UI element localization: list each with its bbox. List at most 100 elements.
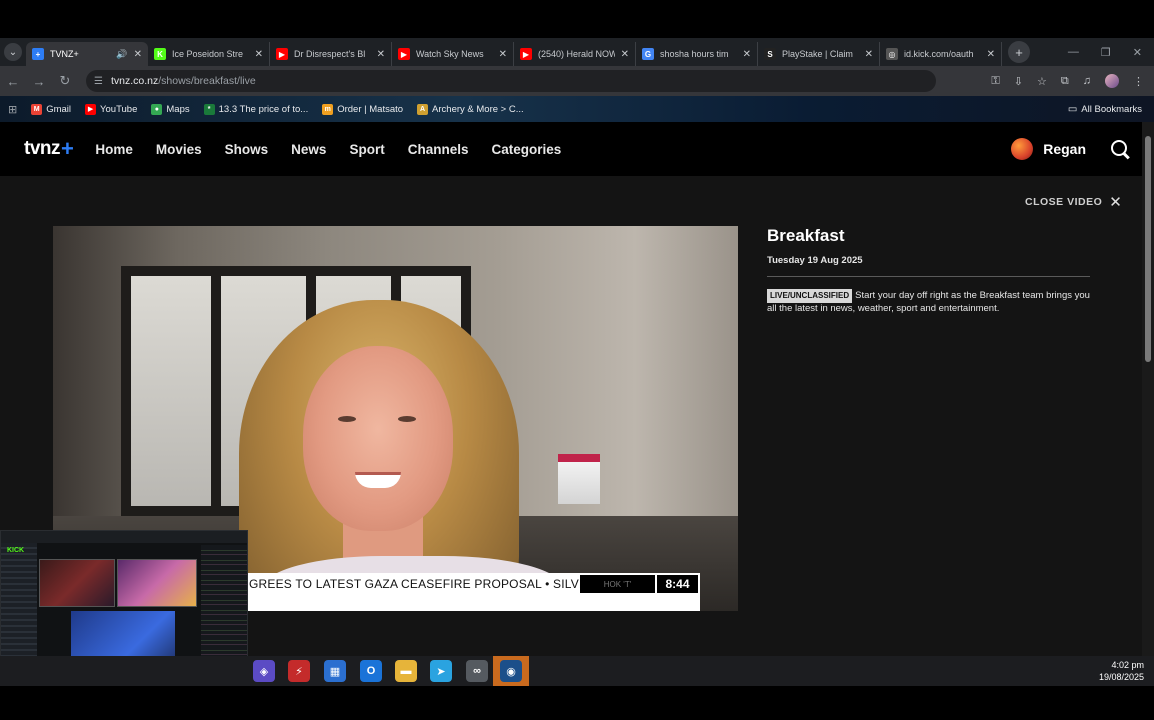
tab-title: TVNZ+	[50, 49, 79, 59]
browser-tab[interactable]: + TVNZ+ 🔊 ✕	[26, 42, 148, 66]
user-area: Regan	[1011, 138, 1142, 160]
archery-icon: A	[417, 103, 429, 115]
url-path: /shows/breakfast/live	[158, 75, 256, 87]
url-input[interactable]: ☰ tvnz.co.nz/shows/breakfast/live	[86, 70, 936, 92]
nav-link-shows[interactable]: Shows	[225, 142, 269, 157]
ticker-text: GREES TO LATEST GAZA CEASEFIRE PROPOSAL …	[249, 577, 608, 591]
steam-icon[interactable]: ◉	[500, 660, 522, 682]
nav-link-news[interactable]: News	[291, 142, 326, 157]
outlook-icon[interactable]: O	[360, 660, 382, 682]
minimize-icon[interactable]: —	[1068, 46, 1079, 59]
bookmark-star-icon[interactable]: ☆	[1037, 75, 1047, 88]
nav-link-channels[interactable]: Channels	[408, 142, 469, 157]
user-avatar[interactable]	[1011, 138, 1034, 160]
profile-avatar-icon[interactable]	[1105, 74, 1119, 88]
screen: ⌄ + TVNZ+ 🔊 ✕ K Ice Poseidon Stre ✕ ▶ Dr Disresp…	[0, 0, 1154, 720]
nav-link-home[interactable]: Home	[95, 142, 133, 157]
bookmark-item[interactable]: M Gmail	[31, 103, 71, 115]
browser-tab[interactable]: K Ice Poseidon Stre ✕	[148, 42, 270, 66]
stream-top-bar	[1, 531, 247, 543]
more-menu-icon[interactable]: ⋮	[1133, 75, 1144, 88]
bookmark-icon: *	[203, 103, 215, 115]
tab-close-icon[interactable]: ✕	[499, 49, 507, 60]
reload-button[interactable]: ↻	[52, 73, 78, 89]
store-icon[interactable]: ▦	[324, 660, 346, 682]
tab-search-button[interactable]: ⌄	[0, 38, 26, 66]
bookmark-label: 13.3 The price of to...	[218, 103, 309, 115]
tab-title: Dr Disrespect's Bl	[294, 49, 366, 59]
new-tab-button[interactable]: +	[1008, 41, 1030, 63]
bookmark-item[interactable]: A Archery & More > C...	[417, 103, 524, 115]
browser-tab[interactable]: S PlayStake | Claim ✕	[758, 42, 880, 66]
clock-date: 19/08/2025	[1098, 672, 1144, 682]
telegram-icon[interactable]: ➤	[430, 660, 452, 682]
bookmark-item[interactable]: m Order | Matsato	[322, 103, 403, 115]
tab-close-icon[interactable]: ✕	[134, 49, 142, 60]
tab-close-icon[interactable]: ✕	[621, 49, 629, 60]
nav-link-categories[interactable]: Categories	[491, 142, 561, 157]
tab-title: id.kick.com/oauth	[904, 49, 974, 59]
apps-grid-icon[interactable]: ⊞	[8, 103, 17, 116]
main-nav: Home Movies Shows News Sport Channels Categori…	[95, 142, 561, 157]
toolbar-actions: ⚿ ⇩ ☆ ⧉ ♫ ⋮	[991, 74, 1154, 88]
back-button[interactable]: ←	[0, 74, 26, 89]
tab-close-icon[interactable]: ✕	[865, 49, 873, 60]
tvnz-logo[interactable]: tvnz +	[24, 136, 74, 162]
ticker-badge: HOK 'T'	[580, 575, 655, 593]
tab-title: Ice Poseidon Stre	[172, 49, 244, 59]
youtube-icon: ▶	[276, 48, 288, 60]
user-name[interactable]: Regan	[1043, 141, 1086, 157]
system-clock[interactable]: 4:02 pm 19/08/2025	[1099, 659, 1144, 683]
video-presenter-eye	[398, 416, 416, 422]
install-app-icon[interactable]: ⇩	[1014, 75, 1023, 88]
browser-tab[interactable]: ▶ Watch Sky News ✕	[392, 42, 514, 66]
scrollbar-thumb[interactable]	[1145, 136, 1151, 362]
file-explorer-icon[interactable]: ▬	[395, 660, 417, 682]
bookmark-label: Maps	[166, 103, 190, 115]
tab-close-icon[interactable]: ✕	[255, 49, 263, 60]
tab-close-icon[interactable]: ✕	[987, 49, 995, 60]
app-red-icon[interactable]: ⚡	[288, 660, 310, 682]
folder-icon: ▭	[1067, 103, 1078, 115]
show-date: Tuesday 19 Aug 2025	[767, 255, 863, 266]
password-key-icon[interactable]: ⚿	[991, 75, 999, 88]
search-icon[interactable]	[1110, 139, 1130, 159]
gmail-icon: M	[31, 103, 43, 115]
browser-tab[interactable]: ▶ (2540) Herald NOW ✕	[514, 42, 636, 66]
tvnz-plus-icon: +	[32, 48, 44, 60]
tab-close-icon[interactable]: ✕	[743, 49, 751, 60]
globe-icon: ◎	[886, 48, 898, 60]
kick-icon: K	[154, 48, 166, 60]
close-icon: ✕	[1109, 194, 1123, 211]
close-video-button[interactable]: CLOSE VIDEO ✕	[1025, 193, 1122, 211]
nav-link-movies[interactable]: Movies	[156, 142, 202, 157]
bookmark-list: M Gmail ▶ YouTube ● Maps * 13.3 The price of to…	[31, 103, 524, 115]
media-control-icon[interactable]: ♫	[1083, 75, 1091, 87]
nav-link-sport[interactable]: Sport	[349, 142, 384, 157]
site-info-icon[interactable]: ☰	[94, 76, 103, 87]
bookmarks-bar: ⊞ M Gmail ▶ YouTube ● Maps * 13.3 The price of …	[0, 96, 1154, 122]
browser-tab[interactable]: ◎ id.kick.com/oauth ✕	[880, 42, 1002, 66]
tab-title: (2540) Herald NOW	[538, 49, 615, 59]
all-bookmarks-label: All Bookmarks	[1081, 103, 1142, 115]
close-video-label: CLOSE VIDEO	[1025, 196, 1103, 208]
bookmark-item[interactable]: * 13.3 The price of to...	[203, 103, 309, 115]
extensions-icon[interactable]: ⧉	[1061, 75, 1069, 88]
page-scrollbar[interactable]	[1142, 122, 1154, 656]
bookmark-item[interactable]: ▶ YouTube	[85, 103, 138, 115]
bookmark-item[interactable]: ● Maps	[151, 103, 190, 115]
tab-close-icon[interactable]: ✕	[377, 49, 385, 60]
browser-tab[interactable]: Gshosha hours tim ✕	[636, 42, 758, 66]
forward-button[interactable]: →	[26, 74, 52, 89]
restore-icon[interactable]: ❐	[1101, 46, 1111, 59]
app-purple-icon[interactable]: ◈	[253, 660, 275, 682]
tab-title: Watch Sky News	[416, 49, 484, 59]
app-link-icon[interactable]: ∞	[466, 660, 488, 682]
youtube-icon: ▶	[85, 103, 97, 115]
all-bookmarks-button[interactable]: ▭ All Bookmarks	[1068, 104, 1154, 115]
tab-title: PlayStake | Claim	[782, 49, 853, 59]
close-window-icon[interactable]: ✕	[1133, 46, 1142, 59]
speaker-icon[interactable]: 🔊	[116, 49, 127, 60]
browser-tab[interactable]: ▶ Dr Disrespect's Bl ✕	[270, 42, 392, 66]
bookmark-label: YouTube	[100, 103, 138, 115]
